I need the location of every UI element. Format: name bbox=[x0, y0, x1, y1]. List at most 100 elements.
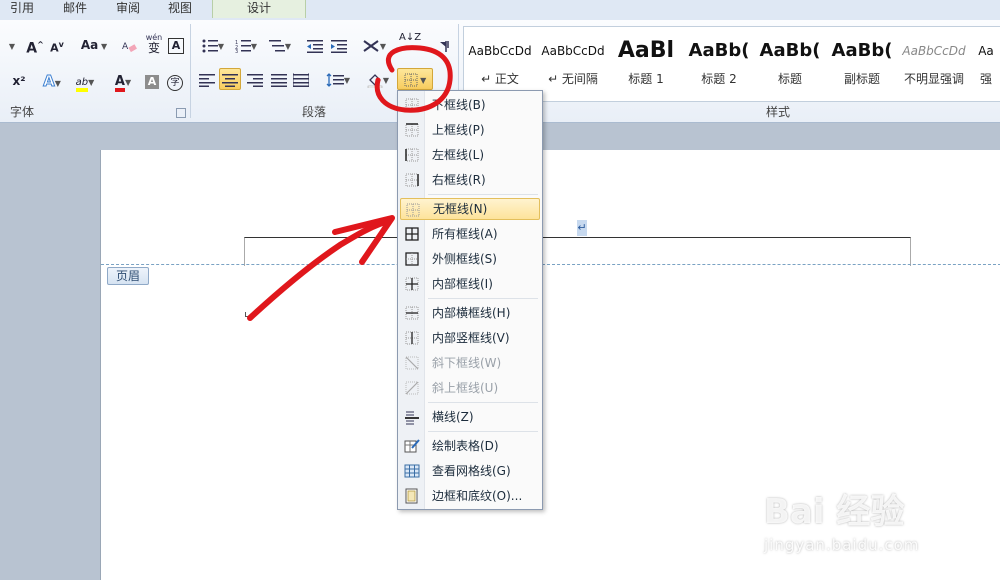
increase-indent-button[interactable] bbox=[328, 34, 350, 56]
superscript-button[interactable]: x² bbox=[8, 70, 30, 92]
menu-item-inside-horizontal-border[interactable]: 内部横框线(H) bbox=[400, 302, 540, 324]
style-subtitle[interactable]: AaBb( 副标题 bbox=[827, 27, 897, 97]
menu-item-label: 内部框线(I) bbox=[432, 277, 493, 291]
horizontal-line-icon bbox=[405, 411, 419, 425]
decrease-indent-button[interactable] bbox=[304, 34, 326, 56]
line-spacing-button[interactable]: ▼ bbox=[322, 68, 354, 90]
enclose-characters-button[interactable]: 字 bbox=[164, 70, 186, 92]
sort-button[interactable]: A↓Z bbox=[398, 32, 422, 54]
highlight-color-button[interactable]: ab▼ bbox=[68, 70, 102, 92]
numbering-button[interactable]: 1 2 3 ▼ bbox=[230, 34, 262, 56]
shrink-font-button[interactable]: Av bbox=[46, 34, 68, 56]
sort-icon: A↓Z bbox=[399, 32, 422, 43]
tab-mailings[interactable]: 邮件 bbox=[63, 0, 97, 18]
menu-item-borders-and-shading[interactable]: 边框和底纹(O)... bbox=[400, 485, 540, 507]
line-spacing-icon bbox=[326, 72, 344, 87]
watermark-url: jingyan.baidu.com bbox=[764, 536, 920, 554]
menu-separator bbox=[428, 402, 538, 403]
character-shading-icon: A bbox=[145, 75, 159, 89]
character-border-button[interactable]: A bbox=[166, 34, 186, 56]
tab-design[interactable]: 设计 bbox=[212, 0, 306, 18]
align-center-icon bbox=[222, 73, 238, 87]
clear-format-button[interactable]: A bbox=[118, 34, 140, 56]
borders-dropdown-button[interactable]: ▼ bbox=[397, 68, 433, 90]
baidu-jingyan-watermark: Bai 经验 jingyan.baidu.com bbox=[764, 490, 984, 560]
menu-item-label: 上框线(P) bbox=[432, 123, 485, 137]
paragraph-mark: ↵ bbox=[577, 220, 587, 236]
bullets-button[interactable]: ▼ bbox=[198, 34, 228, 56]
tab-view[interactable]: 视图 bbox=[168, 0, 202, 18]
character-shading-button[interactable]: A bbox=[142, 70, 162, 92]
font-size-dropdown[interactable]: ▼ bbox=[2, 34, 22, 56]
text-cursor-mark bbox=[245, 312, 250, 317]
view-gridlines-icon bbox=[404, 464, 420, 478]
style-subtle-emphasis[interactable]: AaBbCcDd 不明显强调 bbox=[899, 27, 969, 97]
menu-item-diagonal-down-border[interactable]: 斜下框线(W) bbox=[400, 352, 540, 374]
style-sample: Aa bbox=[978, 44, 994, 58]
grow-font-icon: A bbox=[26, 40, 38, 57]
phonetic-guide-button[interactable]: wén 变 bbox=[142, 32, 166, 54]
diagonal-up-border-icon bbox=[405, 381, 419, 395]
header-table[interactable] bbox=[244, 237, 911, 266]
menu-item-left-border[interactable]: 左框线(L) bbox=[400, 144, 540, 166]
align-left-button[interactable] bbox=[196, 68, 218, 90]
tab-review[interactable]: 审阅 bbox=[116, 0, 150, 18]
change-case-button[interactable]: Aa ▼ bbox=[78, 34, 110, 56]
inside-horizontal-border-icon bbox=[405, 306, 419, 320]
menu-item-label: 内部竖框线(V) bbox=[432, 331, 510, 345]
style-name: 副标题 bbox=[843, 72, 880, 86]
distributed-button[interactable] bbox=[290, 68, 312, 90]
text-effects-button[interactable]: A▼ bbox=[38, 70, 66, 92]
justify-button[interactable] bbox=[268, 68, 290, 90]
paragraph-group-label: 段落 bbox=[302, 105, 327, 119]
shrink-font-icon: A bbox=[50, 41, 59, 55]
style-title[interactable]: AaBb( 标题 bbox=[755, 27, 825, 97]
align-right-button[interactable] bbox=[244, 68, 266, 90]
menu-item-label: 斜下框线(W) bbox=[432, 356, 502, 370]
borders-shading-icon bbox=[405, 488, 418, 504]
menu-item-diagonal-up-border[interactable]: 斜上框线(U) bbox=[400, 377, 540, 399]
diagonal-down-border-icon bbox=[405, 356, 419, 370]
menu-item-right-border[interactable]: 右框线(R) bbox=[400, 169, 540, 191]
menu-item-top-border[interactable]: 上框线(P) bbox=[400, 119, 540, 141]
menu-item-label: 左框线(L) bbox=[432, 148, 485, 162]
grow-font-button[interactable]: A^ bbox=[24, 34, 46, 57]
style-sample: AaBb( bbox=[688, 40, 750, 61]
show-paragraph-marks-button[interactable] bbox=[432, 34, 454, 56]
style-heading-1[interactable]: AaBl 标题 1 bbox=[611, 27, 681, 97]
align-center-button[interactable] bbox=[219, 68, 241, 90]
style-sample: AaBl bbox=[617, 38, 675, 63]
chinese-layout-button[interactable]: ▼ bbox=[358, 34, 390, 56]
tab-references[interactable]: 引用 bbox=[10, 0, 44, 18]
menu-item-draw-table[interactable]: 绘制表格(D) bbox=[400, 435, 540, 457]
style-sample: AaBbCcDd bbox=[468, 44, 532, 58]
style-no-spacing[interactable]: AaBbCcDd ↵ 无间隔 bbox=[538, 27, 608, 97]
decrease-indent-icon bbox=[307, 39, 323, 53]
bottom-border-icon bbox=[405, 98, 419, 112]
bullets-icon bbox=[202, 39, 218, 52]
menu-item-inside-borders[interactable]: 内部框线(I) bbox=[400, 273, 540, 295]
menu-item-no-border[interactable]: 无框线(N) bbox=[400, 198, 540, 220]
font-color-button[interactable]: A▼ bbox=[108, 70, 138, 92]
menu-item-inside-vertical-border[interactable]: 内部竖框线(V) bbox=[400, 327, 540, 349]
style-name: 标题 2 bbox=[701, 72, 737, 86]
shading-button[interactable]: ▼ bbox=[362, 68, 394, 90]
menu-item-view-gridlines[interactable]: 查看网格线(G) bbox=[400, 460, 540, 482]
styles-gallery: AaBbCcDd ↵ 正文 AaBbCcDd ↵ 无间隔 AaBl 标题 1 A… bbox=[463, 26, 1000, 102]
menu-item-label: 横线(Z) bbox=[432, 410, 474, 424]
style-heading-2[interactable]: AaBb( 标题 2 bbox=[684, 27, 754, 97]
menu-item-outside-borders[interactable]: 外侧框线(S) bbox=[400, 248, 540, 270]
header-tag: 页眉 bbox=[107, 267, 149, 285]
style-sample: AaBb( bbox=[831, 40, 893, 61]
style-strong[interactable]: Aa 强 bbox=[972, 27, 1000, 97]
multilevel-list-icon bbox=[268, 39, 285, 51]
menu-item-bottom-border[interactable]: 下框线(B) bbox=[400, 94, 540, 116]
menu-item-all-borders[interactable]: 所有框线(A) bbox=[400, 223, 540, 245]
align-left-icon bbox=[199, 73, 215, 87]
borders-menu: 下框线(B) 上框线(P) 左框线(L) 右框线(R) 无框线(N) 所有框线(… bbox=[397, 90, 543, 510]
style-normal[interactable]: AaBbCcDd ↵ 正文 bbox=[465, 27, 535, 97]
paint-bucket-icon bbox=[367, 73, 383, 88]
multilevel-list-button[interactable]: ▼ bbox=[264, 34, 296, 56]
font-dialog-launcher[interactable] bbox=[176, 108, 186, 118]
menu-item-horizontal-line[interactable]: 横线(Z) bbox=[400, 406, 540, 428]
